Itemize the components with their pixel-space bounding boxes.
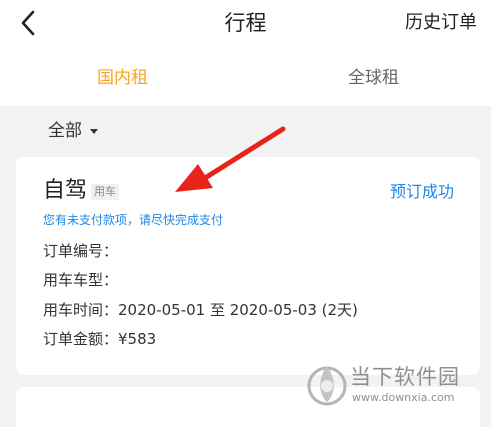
- order-status: 预订成功: [389, 182, 454, 201]
- watermark-url: www.downxia.com: [352, 391, 455, 404]
- order-amount-row: 订单金额：¥583: [43, 328, 156, 350]
- car-model-row: 用车车型：: [43, 269, 118, 291]
- watermark-logo-icon: [307, 366, 347, 406]
- watermark: 当下软件园 www.downxia.com: [305, 360, 485, 410]
- tab-domestic-rental[interactable]: 国内租: [97, 66, 148, 90]
- rental-period-row: 用车时间：2020-05-01 至 2020-05-03 (2天): [43, 299, 358, 321]
- field-label: 用车车型：: [43, 271, 119, 289]
- watermark-name: 当下软件园: [350, 365, 460, 389]
- field-label: 订单金额：: [43, 330, 119, 348]
- order-filter-dropdown[interactable]: 全部: [48, 119, 98, 143]
- top-bar: 行程 历史订单 国内租 全球租: [0, 0, 491, 106]
- order-number-row: 订单编号：: [43, 240, 118, 262]
- caret-down-icon: [90, 128, 98, 134]
- field-value: 2020-05-01 至 2020-05-03 (2天): [118, 301, 358, 319]
- filter-label: 全部: [48, 121, 82, 141]
- field-label: 用车时间：: [43, 301, 119, 319]
- order-card[interactable]: 自驾 用车 预订成功 您有未支付款项，请尽快完成支付 订单编号： 用车车型： 用…: [16, 157, 480, 375]
- history-orders-link[interactable]: 历史订单: [405, 11, 477, 35]
- tab-global-rental[interactable]: 全球租: [348, 66, 399, 90]
- field-value: ¥583: [118, 330, 157, 348]
- order-type-tag: 用车: [91, 184, 119, 200]
- order-type-title: 自驾: [43, 178, 88, 203]
- field-label: 订单编号：: [43, 242, 119, 260]
- unpaid-notice[interactable]: 您有未支付款项，请尽快完成支付: [43, 212, 223, 228]
